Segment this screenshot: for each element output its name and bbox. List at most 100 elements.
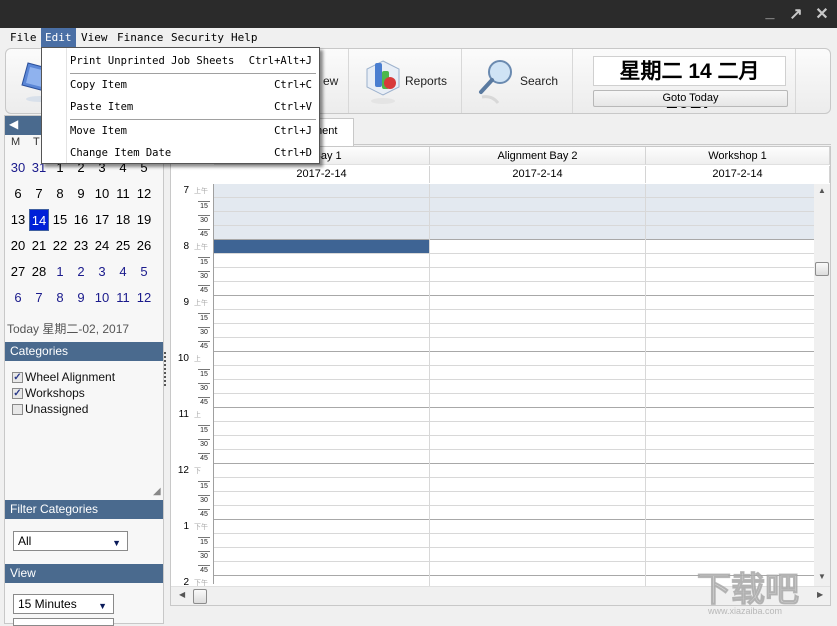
calendar-day[interactable]: 26 [134,235,154,257]
time-slot[interactable] [214,422,816,436]
category-unassigned[interactable]: Unassigned [12,402,88,416]
calendar-day[interactable]: 7 [29,183,49,205]
splitter-handle[interactable] [164,352,167,386]
calendar-day[interactable]: 30 [8,157,28,179]
calendar-day[interactable]: 6 [8,183,28,205]
calendar-day[interactable]: 12 [134,183,154,205]
calendar-day[interactable]: 9 [71,183,91,205]
filter-categories-select[interactable]: All ▼ [13,531,128,551]
calendar-day-selected[interactable]: 14 [29,209,49,231]
calendar-day[interactable]: 12 [134,287,154,309]
calendar-day[interactable]: 22 [50,235,70,257]
tool-search[interactable]: Search [462,49,573,113]
horizontal-scroll-thumb[interactable] [193,589,207,604]
calendar-day[interactable]: 27 [8,261,28,283]
calendar-day[interactable]: 13 [8,209,28,231]
calendar-day[interactable]: 11 [113,183,133,205]
calendar-day[interactable]: 6 [8,287,28,309]
view-select[interactable]: 15 Minutes ▼ [13,594,114,614]
menu-finance[interactable]: Finance [113,28,167,47]
calendar-day[interactable]: 16 [71,209,91,231]
scroll-left-icon[interactable]: ◀ [179,590,185,599]
selected-slot[interactable] [214,240,429,253]
time-slot[interactable] [214,520,816,534]
time-slot[interactable] [214,254,816,268]
calendar-day[interactable]: 4 [113,261,133,283]
calendar-day[interactable]: 9 [71,287,91,309]
checkbox-unchecked-icon[interactable] [12,403,23,415]
time-slot[interactable] [214,506,816,520]
calendar-day[interactable]: 7 [29,287,49,309]
time-slot[interactable] [214,268,816,282]
minimize-button[interactable]: _ [760,4,780,22]
calendar-day[interactable]: 10 [92,287,112,309]
calendar-day[interactable]: 25 [113,235,133,257]
scroll-down-icon[interactable]: ▼ [818,572,826,581]
menu-edit[interactable]: Edit [41,28,76,47]
menu-help[interactable]: Help [227,28,262,47]
time-slot[interactable] [214,478,816,492]
time-slot[interactable] [214,394,816,408]
prev-month-icon[interactable]: ◀ [9,117,18,131]
calendar-day[interactable]: 15 [50,209,70,231]
category-workshops[interactable]: ✓ Workshops [12,386,85,400]
time-slot[interactable] [214,492,816,506]
calendar-day[interactable]: 2 [71,261,91,283]
time-slot[interactable] [214,338,816,352]
checkbox-checked-icon[interactable]: ✓ [12,387,23,399]
calendar-day[interactable]: 1 [50,261,70,283]
menu-file[interactable]: File [6,28,41,47]
menu-change-item-date[interactable]: Change Item Date Ctrl+D [70,144,314,162]
checkbox-checked-icon[interactable]: ✓ [12,371,23,383]
time-slot[interactable] [214,408,816,422]
resize-grip-icon[interactable]: ◢ [153,486,161,497]
menu-print-unprinted-job-sheets[interactable]: Print Unprinted Job Sheets Ctrl+Alt+J [70,52,314,70]
time-slot[interactable] [214,212,816,226]
menu-view[interactable]: View [77,28,112,47]
time-slot[interactable] [214,240,816,254]
close-button[interactable]: ✕ [812,4,832,24]
maximize-button[interactable]: ↗ [786,4,806,24]
calendar-day[interactable]: 3 [92,261,112,283]
column-header-workshop1[interactable]: Workshop 1 [646,147,830,165]
menu-security[interactable]: Security [167,28,228,47]
menu-paste-item[interactable]: Paste Item Ctrl+V [70,98,314,116]
time-slot[interactable] [214,534,816,548]
goto-today-button[interactable]: Goto Today [593,90,788,107]
time-slot[interactable] [214,436,816,450]
scroll-up-icon[interactable]: ▲ [818,186,826,195]
column-header-bay2[interactable]: Alignment Bay 2 [430,147,646,165]
time-slot[interactable] [214,464,816,478]
calendar-day[interactable]: 5 [134,261,154,283]
today-label[interactable]: Today 星期二-02, 2017 [7,320,129,337]
calendar-day[interactable]: 11 [113,287,133,309]
calendar-day[interactable]: 21 [29,235,49,257]
calendar-day[interactable]: 24 [92,235,112,257]
menu-move-item[interactable]: Move Item Ctrl+J [70,122,314,140]
calendar-day[interactable]: 18 [113,209,133,231]
secondary-select[interactable] [13,618,114,626]
scroll-right-icon[interactable]: ▶ [817,590,823,599]
time-slot[interactable] [214,184,816,198]
vertical-scrollbar[interactable]: ▲ ▼ [814,184,830,587]
vertical-scroll-thumb[interactable] [815,262,829,276]
time-slot[interactable] [214,548,816,562]
calendar-day[interactable]: 23 [71,235,91,257]
calendar-day[interactable]: 10 [92,183,112,205]
time-slot[interactable] [214,366,816,380]
menu-copy-item[interactable]: Copy Item Ctrl+C [70,76,314,94]
calendar-day[interactable]: 17 [92,209,112,231]
time-slot[interactable] [214,380,816,394]
time-slot[interactable] [214,226,816,240]
calendar-day[interactable]: 20 [8,235,28,257]
time-slot[interactable] [214,450,816,464]
time-slot[interactable] [214,296,816,310]
calendar-day[interactable]: 8 [50,183,70,205]
calendar-day[interactable]: 8 [50,287,70,309]
calendar-day[interactable]: 28 [29,261,49,283]
tool-reports[interactable]: Reports [349,49,462,113]
time-slot[interactable] [214,310,816,324]
calendar-day[interactable]: 19 [134,209,154,231]
category-wheel-alignment[interactable]: ✓ Wheel Alignment [12,370,115,384]
time-slot[interactable] [214,198,816,212]
